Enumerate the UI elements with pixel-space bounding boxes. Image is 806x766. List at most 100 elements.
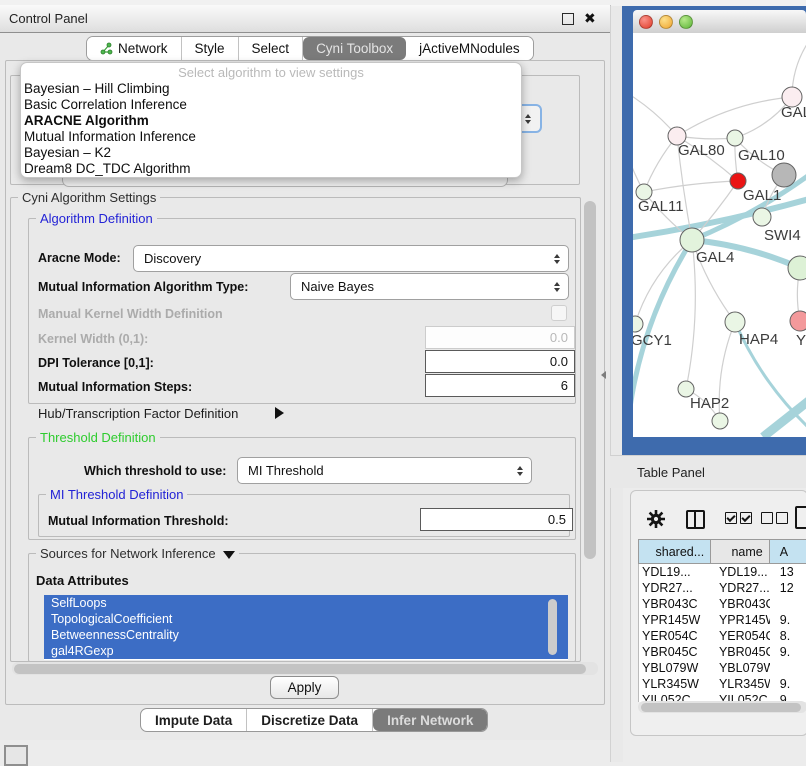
tab-infer-network[interactable]: Infer Network bbox=[373, 709, 487, 731]
network-node[interactable] bbox=[772, 163, 796, 187]
network-node-y[interactable] bbox=[790, 311, 806, 331]
settings-horizontal-scrollbar[interactable] bbox=[12, 662, 598, 675]
splitter-collapse-icon[interactable] bbox=[601, 371, 606, 379]
network-edge[interactable] bbox=[686, 240, 695, 389]
algorithm-option[interactable]: Mutual Information Inference bbox=[21, 129, 521, 145]
table-cell: 9. bbox=[770, 676, 806, 692]
screen: { "window": { "title": "Control Panel" }… bbox=[0, 0, 806, 762]
sources-collapse-arrow-icon[interactable] bbox=[223, 551, 235, 559]
which-threshold-combo[interactable]: MI Threshold bbox=[237, 457, 532, 484]
mi-steps-label: Mutual Information Steps: bbox=[38, 380, 192, 394]
control-panel-tabs: Network Style Select Cyni Toolbox jActiv… bbox=[86, 36, 534, 61]
network-node-label: HAP4 bbox=[739, 331, 778, 348]
tab-network[interactable]: Network bbox=[87, 37, 182, 60]
stepper-down-icon bbox=[525, 120, 531, 124]
select-all-columns-icon[interactable] bbox=[725, 512, 755, 524]
network-node-gal10[interactable] bbox=[727, 130, 743, 146]
table-row[interactable]: YBR043CYBR043C bbox=[639, 596, 806, 612]
deselect-all-columns-icon[interactable] bbox=[761, 512, 791, 524]
network-node-gcy1[interactable] bbox=[633, 316, 643, 332]
network-node[interactable] bbox=[788, 256, 806, 280]
float-window-icon[interactable] bbox=[562, 13, 574, 25]
manual-kernel-checkbox[interactable] bbox=[551, 305, 567, 321]
zoom-traffic-light-icon[interactable] bbox=[679, 15, 693, 29]
algorithm-option[interactable]: Dream8 DC_TDC Algorithm bbox=[21, 161, 521, 177]
mi-type-label: Mutual Information Algorithm Type: bbox=[38, 280, 248, 294]
table-row[interactable]: YER054CYER054C8. bbox=[639, 628, 806, 644]
table-cell: YLR345W bbox=[711, 676, 770, 692]
table-panel-titlebar: Table Panel bbox=[610, 455, 806, 488]
algorithm-dropdown-popup: Select algorithm to view settings Bayesi… bbox=[20, 62, 522, 178]
tab-impute-data-label: Impute Data bbox=[155, 713, 232, 728]
close-traffic-light-icon[interactable] bbox=[639, 15, 653, 29]
algorithm-option[interactable]: Bayesian – K2 bbox=[21, 145, 521, 161]
gear-icon[interactable] bbox=[646, 509, 666, 532]
settings-vertical-scrollbar[interactable] bbox=[584, 201, 596, 559]
network-view-canvas[interactable]: GALGAL80GAL10GAL1GAL11SWI4GAL4GCY1HAP4YH… bbox=[633, 33, 806, 437]
attributes-list-scrollbar[interactable] bbox=[548, 599, 557, 655]
data-attribute-item[interactable]: TopologicalCoefficient bbox=[44, 611, 568, 627]
column-header-third[interactable]: A bbox=[770, 540, 806, 564]
kernel-width-field[interactable]: 0.0 bbox=[425, 326, 575, 349]
network-node-label: GAL10 bbox=[738, 147, 785, 164]
tab-style[interactable]: Style bbox=[182, 37, 239, 60]
aracne-mode-combo[interactable]: Discovery bbox=[133, 245, 569, 272]
tab-jactivemnodules[interactable]: jActiveMNodules bbox=[406, 37, 533, 60]
network-node-hap4[interactable] bbox=[725, 312, 745, 332]
network-node[interactable] bbox=[712, 413, 728, 429]
column-header-name[interactable]: name bbox=[711, 540, 770, 564]
data-attribute-item[interactable]: SelfLoops bbox=[44, 595, 568, 611]
control-panel-title: Control Panel bbox=[9, 11, 88, 26]
columns-icon[interactable] bbox=[686, 510, 705, 529]
network-edge[interactable] bbox=[644, 136, 677, 192]
table-row[interactable]: YBL079WYBL079W bbox=[639, 660, 806, 676]
network-node-label: Y bbox=[796, 332, 806, 349]
dpi-tolerance-label: DPI Tolerance [0,1]: bbox=[38, 356, 154, 370]
algorithm-option[interactable]: Bayesian – Hill Climbing bbox=[21, 81, 521, 97]
document-icon[interactable] bbox=[795, 506, 806, 529]
close-icon[interactable]: ✖ bbox=[584, 10, 596, 26]
table-row[interactable]: YLR345WYLR345W9. bbox=[639, 676, 806, 692]
column-header-shared[interactable]: shared... bbox=[639, 540, 711, 564]
tab-select[interactable]: Select bbox=[239, 37, 304, 60]
table-rows[interactable]: YDL19...YDL19...13YDR27...YDR27...12YBR0… bbox=[638, 564, 806, 702]
data-attributes-list[interactable]: SelfLoopsTopologicalCoefficientBetweenne… bbox=[44, 595, 568, 660]
algorithm-option[interactable]: Basic Correlation Inference bbox=[21, 97, 521, 113]
network-node-label: SWI4 bbox=[764, 227, 801, 244]
mi-threshold-field[interactable]: 0.5 bbox=[420, 508, 573, 531]
data-attribute-item[interactable]: gal4RGexp bbox=[44, 643, 568, 659]
network-node-swi4[interactable] bbox=[753, 208, 771, 226]
table-cell: YBR045C bbox=[639, 644, 711, 660]
tab-infer-network-label: Infer Network bbox=[387, 713, 473, 728]
table-horizontal-scrollbar[interactable] bbox=[638, 701, 806, 713]
threshold-definition-title: Threshold Definition bbox=[36, 430, 160, 445]
table-cell: YBR045C bbox=[711, 644, 770, 660]
table-cell: YDL19... bbox=[711, 564, 770, 580]
apply-button[interactable]: Apply bbox=[270, 676, 339, 699]
mi-steps-field[interactable]: 6 bbox=[425, 374, 575, 397]
settings-horizontal-scrollbar-thumb[interactable] bbox=[14, 664, 586, 674]
minimized-panel-icon[interactable] bbox=[4, 745, 28, 766]
network-node-label: GAL4 bbox=[696, 249, 734, 266]
hub-definition-toggle[interactable]: Hub/Transcription Factor Definition bbox=[38, 406, 238, 421]
network-icon bbox=[100, 42, 113, 55]
minimize-traffic-light-icon[interactable] bbox=[659, 15, 673, 29]
network-edge[interactable] bbox=[644, 181, 738, 192]
table-row[interactable]: YDR27...YDR27...12 bbox=[639, 580, 806, 596]
table-cell: YLR345W bbox=[639, 676, 711, 692]
table-horizontal-scrollbar-thumb[interactable] bbox=[641, 703, 801, 712]
network-window-titlebar[interactable] bbox=[633, 10, 806, 34]
tab-select-label: Select bbox=[252, 41, 290, 56]
tab-impute-data[interactable]: Impute Data bbox=[141, 709, 247, 731]
tab-cyni-toolbox[interactable]: Cyni Toolbox bbox=[303, 37, 406, 60]
table-row[interactable]: YPR145WYPR145W9. bbox=[639, 612, 806, 628]
data-attribute-item[interactable]: BetweennessCentrality bbox=[44, 627, 568, 643]
network-node-label: GAL bbox=[781, 104, 806, 121]
mi-type-combo[interactable]: Naive Bayes bbox=[290, 273, 569, 300]
algorithm-option[interactable]: ARACNE Algorithm bbox=[21, 113, 521, 129]
tab-discretize-data[interactable]: Discretize Data bbox=[247, 709, 373, 731]
table-row[interactable]: YDL19...YDL19...13 bbox=[639, 564, 806, 580]
dpi-tolerance-field[interactable]: 0.0 bbox=[425, 350, 575, 373]
hub-expand-arrow-icon[interactable] bbox=[275, 407, 284, 419]
table-row[interactable]: YBR045CYBR045C9. bbox=[639, 644, 806, 660]
